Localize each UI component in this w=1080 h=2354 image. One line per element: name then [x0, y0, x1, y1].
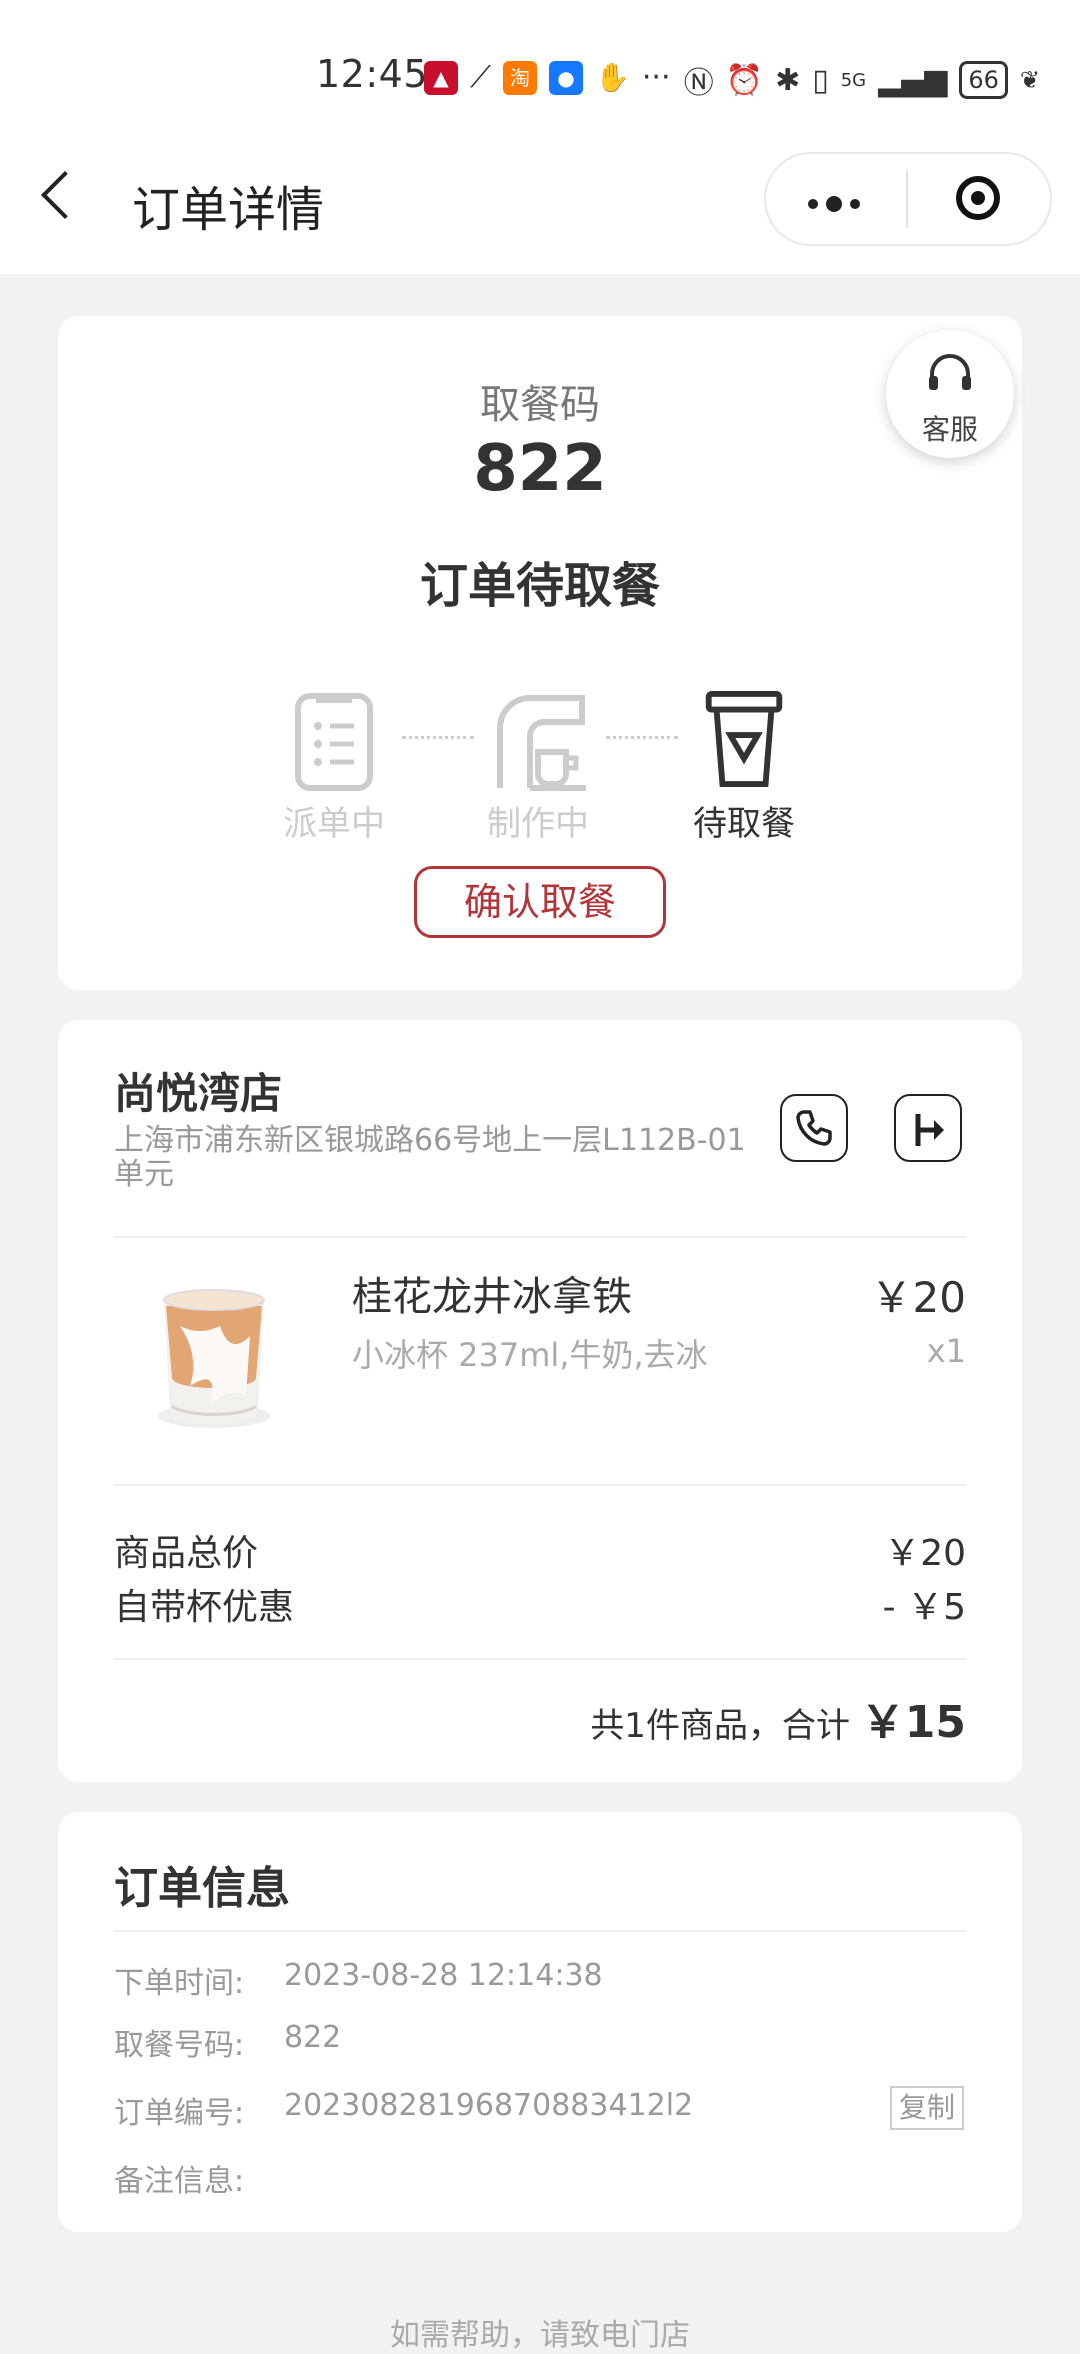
more-notifications: ··· [641, 60, 671, 95]
page-title: 订单详情 [132, 182, 325, 238]
notification-icons: ▲ ⟋ 淘 ● ✋ ··· [424, 60, 670, 95]
divider [114, 1930, 966, 1932]
step-connector [606, 736, 678, 739]
network-label: 5G [840, 69, 867, 91]
step-label-making: 制作中 [487, 804, 589, 844]
coffee-machine-icon [497, 695, 586, 791]
app2-notification-icon: ● [549, 60, 583, 95]
order-info-title: 订单信息 [114, 1863, 290, 1914]
order-status: 订单待取餐 [419, 558, 660, 614]
step-label-dispatch: 派单中 [283, 804, 385, 844]
step-connector [402, 736, 474, 739]
divider [114, 1658, 966, 1660]
app-notification-icon: ▲ [424, 60, 458, 95]
more-icon[interactable] [808, 196, 860, 212]
directions-icon [915, 1114, 944, 1146]
headset-icon [929, 354, 971, 390]
order-list-icon [295, 693, 373, 791]
battery-indicator: 66 [959, 61, 1008, 99]
capsule-divider [906, 170, 908, 228]
store-address: 上海市浦东新区银城路66号地上一层L112B-01单元 [114, 1123, 746, 1192]
order-number-label: 订单编号: [114, 2096, 245, 2131]
phone-icon [796, 1110, 832, 1146]
divider [114, 1236, 966, 1238]
nfc-icon: Ⓝ [683, 66, 714, 101]
takeaway-cup-icon [705, 690, 783, 788]
divider [114, 1484, 966, 1486]
total-prefix: 共1件商品，合计 [590, 1706, 850, 1746]
order-time-value: 2023-08-28 12:14:38 [284, 1958, 603, 1993]
alarm-icon: ⏰ [725, 62, 764, 98]
call-store-button[interactable] [780, 1094, 848, 1162]
step-label-ready: 待取餐 [693, 804, 795, 844]
signal-icon: ▂▄▆ [878, 62, 948, 98]
product-quantity: x1 [926, 1332, 966, 1370]
subtotal-value: ￥20 [884, 1533, 966, 1574]
order-number-value: 20230828196870883412l2 [284, 2088, 694, 2123]
help-footer: 如需帮助，请致电门店 [390, 2318, 690, 2353]
system-status-icons: Ⓝ ⏰ ✱ ▯ 5G ▂▄▆ 66 ❦ [684, 58, 1040, 102]
order-time-label: 下单时间: [114, 1966, 245, 2001]
close-mini-program-icon[interactable] [956, 176, 1000, 220]
vibrate-icon: ▯ [812, 62, 829, 98]
copy-order-number-button[interactable]: 复制 [890, 2086, 964, 2130]
link-notification-icon: ⟋ [470, 60, 491, 95]
confirm-pickup-button[interactable]: 确认取餐 [414, 866, 666, 938]
discount-label: 自带杯优惠 [114, 1587, 295, 1628]
order-total: 共1件商品，合计 ￥15 [590, 1686, 966, 1750]
product-name: 桂花龙井冰拿铁 [352, 1274, 632, 1320]
customer-service-label: 客服 [921, 413, 978, 446]
discount-value: - ￥5 [882, 1587, 966, 1628]
product-spec: 小冰杯 237ml,牛奶,去冰 [352, 1336, 708, 1374]
subtotal-label: 商品总价 [114, 1533, 259, 1574]
bluetooth-icon: ✱ [775, 62, 801, 98]
leaf-icon: ❦ [1019, 66, 1040, 94]
store-name: 尚悦湾店 [114, 1069, 283, 1118]
pickup-number-label: 取餐号码: [114, 2028, 245, 2063]
product-image [158, 1289, 270, 1428]
hand-notification-icon: ✋ [595, 61, 630, 94]
taobao-notification-icon: 淘 [503, 60, 537, 95]
remarks-label: 备注信息: [114, 2164, 245, 2199]
total-value: ￥15 [860, 1697, 966, 1748]
pickup-number-value: 822 [284, 2020, 342, 2055]
navigate-button[interactable] [894, 1094, 962, 1162]
product-price: ￥20 [870, 1273, 966, 1322]
status-time: 12:45 [316, 52, 429, 96]
